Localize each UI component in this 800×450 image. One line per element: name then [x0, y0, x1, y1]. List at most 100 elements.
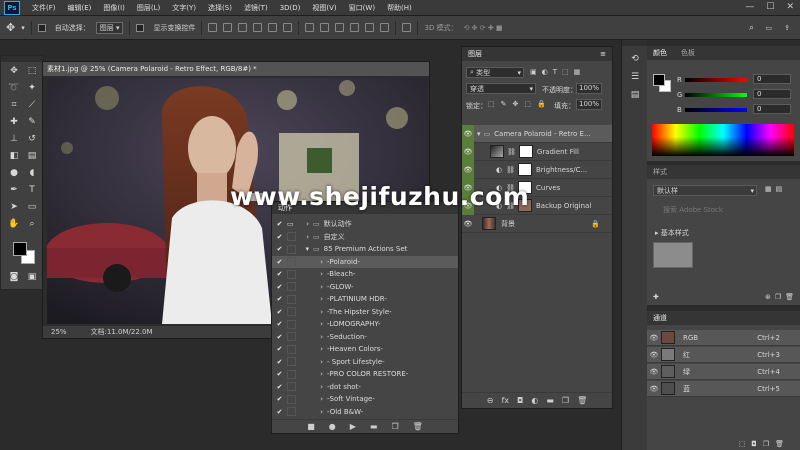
dialog-toggle[interactable]	[287, 294, 296, 304]
stop-icon[interactable]: ■	[307, 422, 315, 431]
action-row[interactable]: ✔ ▭ › ▭ 默认动作	[272, 218, 458, 231]
dialog-toggle[interactable]	[287, 232, 296, 242]
menu-filter[interactable]: 滤镜(T)	[238, 3, 274, 13]
eye-icon[interactable]: 👁	[462, 215, 474, 233]
chevron-right-icon[interactable]: ›	[299, 358, 323, 366]
view-toggle-icons[interactable]: ▦▤	[765, 185, 786, 193]
layer-row-gradient[interactable]: 👁 ⛓ Gradient Fill	[462, 142, 612, 161]
blur-icon[interactable]: ●	[7, 166, 21, 180]
eye-icon[interactable]: 👁	[647, 351, 661, 359]
eye-icon[interactable]: 👁	[462, 142, 474, 161]
expand-arrow-icon[interactable]: ▾	[477, 130, 481, 138]
add-mask-icon[interactable]: ◘	[517, 396, 523, 405]
dialog-toggle[interactable]	[287, 307, 296, 317]
eye-icon[interactable]: 👁	[647, 368, 661, 376]
check-icon[interactable]: ✔	[275, 320, 284, 328]
dialog-toggle[interactable]	[287, 394, 296, 404]
type-icon[interactable]: T	[25, 183, 39, 197]
maximize-icon[interactable]: ☐	[766, 2, 774, 12]
delete-icon[interactable]: 🗑	[413, 422, 423, 431]
dialog-toggle[interactable]	[287, 269, 296, 279]
action-row[interactable]: ✔ › -Bleach-	[272, 268, 458, 281]
layers-tab[interactable]: 图层 ≡	[462, 47, 612, 61]
fill-field[interactable]: 100%	[576, 99, 602, 110]
delete-icon[interactable]: 🗑	[577, 396, 587, 405]
menu-view[interactable]: 视图(V)	[306, 3, 342, 13]
check-icon[interactable]: ✔	[275, 395, 284, 403]
crop-icon[interactable]: ⌗	[7, 98, 21, 112]
action-row[interactable]: ✔ › -Soft Vintage-	[272, 393, 458, 406]
check-icon[interactable]: ✔	[275, 270, 284, 278]
chevron-right-icon[interactable]: ›	[299, 295, 323, 303]
new-action-icon[interactable]: ❐	[391, 422, 398, 431]
brush-icon[interactable]: ✎	[25, 115, 39, 129]
workspace-icon[interactable]: ▭	[765, 24, 772, 32]
chevron-down-icon[interactable]: ▾	[21, 24, 25, 32]
lock-icons[interactable]: ⬚✎✥⬚🔒	[488, 100, 552, 108]
align-bottom-icon[interactable]	[238, 23, 248, 32]
channels-tab[interactable]: 通道	[647, 311, 800, 325]
dialog-toggle[interactable]	[287, 332, 296, 342]
action-row[interactable]: ✔ › - Sport Lifestyle-	[272, 356, 458, 369]
screen-mode-icon[interactable]: ▣	[25, 270, 39, 284]
check-icon[interactable]: ✔	[275, 258, 284, 266]
action-row[interactable]: ✔ › -Polaroid-	[272, 255, 458, 268]
dodge-icon[interactable]: ◖	[25, 166, 39, 180]
eyedropper-icon[interactable]: ⟋	[25, 98, 39, 112]
eye-icon[interactable]: 👁	[462, 160, 474, 179]
chevron-right-icon[interactable]: ›	[299, 283, 323, 291]
distribute-right-icon[interactable]	[380, 23, 390, 32]
action-row[interactable]: ✔ › ▭ 自定义	[272, 231, 458, 244]
layer-filter-dropdown[interactable]: ⌕ 类型 ▾	[466, 67, 524, 78]
check-icon[interactable]: ✔	[275, 245, 284, 253]
chevron-right-icon[interactable]: ›	[299, 395, 323, 403]
action-row[interactable]: ✔ › -dot shot-	[272, 381, 458, 394]
styles-dropdown[interactable]: 默认样 ▾	[653, 185, 757, 196]
eraser-icon[interactable]: ◧	[7, 149, 21, 163]
check-icon[interactable]: ✔	[275, 295, 284, 303]
check-icon[interactable]: ✔	[275, 345, 284, 353]
new-layer-icon[interactable]: ❐	[562, 396, 569, 405]
b-slider[interactable]	[685, 108, 747, 112]
new-group-icon[interactable]: ▬	[546, 396, 554, 405]
chevron-right-icon[interactable]: ›	[299, 370, 323, 378]
channel-footer-icons[interactable]: ⬚◘❐🗑	[739, 440, 790, 448]
move-tool-icon[interactable]: ✥	[6, 21, 15, 34]
b-value[interactable]: 0	[753, 104, 791, 114]
styles-tab[interactable]: 样式	[647, 165, 800, 179]
menu-help[interactable]: 帮助(H)	[381, 3, 418, 13]
quick-mask-icon[interactable]: ◙	[7, 270, 21, 284]
chevron-right-icon[interactable]: ›	[299, 220, 309, 228]
close-icon[interactable]: ✕	[786, 2, 794, 12]
marquee-icon[interactable]: ⬚	[25, 64, 39, 78]
channel-row-green[interactable]: 👁 绿 Ctrl+4	[647, 364, 800, 380]
eye-icon[interactable]: 👁	[462, 124, 474, 143]
document-tab[interactable]: 素材1.jpg @ 25% (Camera Polaroid - Retro E…	[43, 62, 429, 76]
dialog-toggle[interactable]	[287, 319, 296, 329]
opacity-field[interactable]: 100%	[576, 83, 602, 94]
search-icon[interactable]: ⌕	[749, 23, 754, 33]
chevron-right-icon[interactable]: ›	[299, 270, 323, 278]
auto-align-icon[interactable]	[402, 23, 412, 32]
g-slider[interactable]	[685, 93, 747, 97]
menu-file[interactable]: 文件(F)	[26, 3, 62, 13]
add-icon[interactable]: ✚	[653, 293, 659, 301]
chevron-right-icon[interactable]: ›	[299, 345, 323, 353]
style-footer-icons[interactable]: ⊛❐🗑	[765, 293, 798, 301]
new-set-icon[interactable]: ▬	[370, 422, 378, 431]
check-icon[interactable]: ✔	[275, 383, 284, 391]
action-row[interactable]: ✔ › -PRO COLOR RESTORE-	[272, 368, 458, 381]
minimize-icon[interactable]: —	[745, 2, 754, 12]
color-spectrum[interactable]	[652, 124, 794, 156]
layer-row-group[interactable]: 👁 ▾ ▭ Camera Polaroid - Retro E...	[462, 124, 612, 143]
magic-wand-icon[interactable]: ✦	[25, 81, 39, 95]
check-icon[interactable]: ✔	[275, 370, 284, 378]
clone-stamp-icon[interactable]: ⊥	[7, 132, 21, 146]
rectangle-icon[interactable]: ▭	[25, 200, 39, 214]
blend-mode-dropdown[interactable]: 穿透 ▾	[466, 83, 536, 94]
3d-rotate-icon[interactable]: ⟲ ✥ ⟳ ✚ ■	[464, 24, 503, 32]
panel-menu-icon[interactable]: ≡	[600, 50, 606, 58]
chevron-down-icon[interactable]: ▾	[299, 245, 309, 253]
dialog-toggle[interactable]	[287, 257, 296, 267]
dialog-toggle[interactable]	[287, 244, 296, 254]
